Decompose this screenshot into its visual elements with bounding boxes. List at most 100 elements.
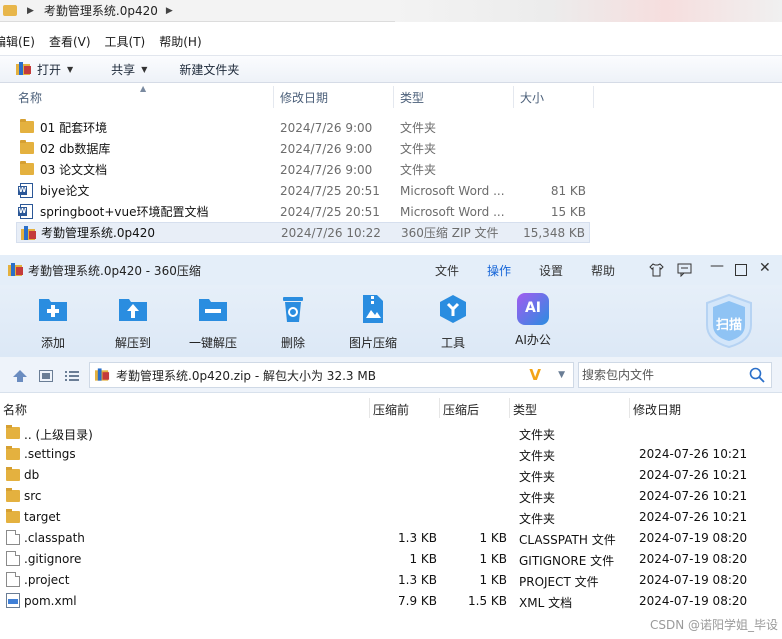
column-header-date[interactable]: 修改日期 [633,401,681,418]
entry-name: .project [24,573,70,587]
trash-icon [283,297,303,322]
tools-button[interactable]: 工具 [423,293,483,351]
minimize-icon[interactable]: — [710,258,724,274]
new-folder-button[interactable]: 新建文件夹 [173,57,245,81]
window-titlebar[interactable]: 考勤管理系统.0p420 - 360压缩 文件 操作 设置 帮助 — ✕ [0,255,782,285]
column-divider[interactable] [509,398,510,418]
menu-edit[interactable]: 编辑(E) [0,33,35,50]
archive-row[interactable]: .gitignore 1 KB 1 KB GITIGNORE 文件 2024-0… [0,548,782,569]
menu-view[interactable]: 查看(V) [49,33,91,50]
menu-tools[interactable]: 工具(T) [105,33,146,50]
search-box[interactable] [578,362,772,388]
column-header-size[interactable]: 大小 [520,89,544,106]
close-icon[interactable]: ✕ [759,260,771,276]
file-type: 360压缩 ZIP 文件 [401,226,499,240]
file-type: 文件夹 [400,163,437,177]
folder-icon [20,161,34,175]
entry-type: 文件夹 [519,428,556,442]
open-zip-icon [16,62,31,75]
menu-help[interactable]: 帮助 [591,262,615,279]
extract-to-button[interactable]: 解压到 [103,293,163,351]
ai-office-button[interactable]: AI AI办公 [503,293,563,348]
archive-row[interactable]: src 文件夹 2024-07-26 10:21 [0,485,782,506]
add-button[interactable]: 添加 [23,293,83,351]
breadcrumb-chevron-icon[interactable]: ▶ [27,6,34,16]
list-view-icon[interactable] [65,370,79,382]
menu-operation[interactable]: 操作 [487,262,511,279]
entry-type: GITIGNORE 文件 [519,554,615,568]
column-header-name[interactable]: 名称 [18,89,42,106]
open-button[interactable]: 打开 ▼ [10,57,79,81]
image-compress-button[interactable]: 图片压缩 [343,293,403,351]
archive-row[interactable]: .settings 文件夹 2024-07-26 10:21 [0,443,782,464]
entry-size-before: 7.9 KB [398,594,437,608]
column-divider[interactable] [593,86,594,108]
column-header-name[interactable]: 名称 [3,401,27,418]
tools-label: 工具 [440,336,465,350]
feedback-icon[interactable] [677,263,692,277]
entry-size-before: 1.3 KB [398,573,437,587]
file-row[interactable]: biye论文 2024/7/25 20:51 Microsoft Word ..… [16,180,590,201]
share-button[interactable]: 共享 ▼ [105,57,153,81]
file-row[interactable]: 03 论文文档 2024/7/26 9:00 文件夹 [16,159,590,180]
column-header-before[interactable]: 压缩前 [373,401,409,418]
menu-file[interactable]: 文件 [435,262,459,279]
archive-path-box[interactable]: 考勤管理系统.0p420.zip - 解包大小为 32.3 MB V ▼ [89,362,574,388]
file-row[interactable]: springboot+vue环境配置文档 2024/7/25 20:51 Mic… [16,201,590,222]
skin-shirt-icon[interactable] [649,263,664,277]
file-size: 81 KB [550,183,586,198]
archive-row[interactable]: db 文件夹 2024-07-26 10:21 [0,464,782,485]
menu-settings[interactable]: 设置 [539,262,563,279]
column-divider[interactable] [629,398,630,418]
column-divider[interactable] [369,398,370,418]
column-header-type[interactable]: 类型 [400,89,424,106]
ribbon-toolbar: 添加 解压到 一键解压 删除 图片压缩 工具 AI AI办公 扫描 [0,285,782,357]
file-row-selected[interactable]: 考勤管理系统.0p420 2024/7/26 10:22 360压缩 ZIP 文… [16,222,590,243]
address-path[interactable]: 考勤管理系统.0p420 [44,2,158,19]
file-row[interactable]: 01 配套环境 2024/7/26 9:00 文件夹 [16,117,590,138]
archive-row[interactable]: pom.xml 7.9 KB 1.5 KB XML 文档 2024-07-19 … [0,590,782,611]
scan-button[interactable]: 扫描 [704,293,754,349]
menu-bar: 编辑(E) 查看(V) 工具(T) 帮助(H) [0,31,216,51]
entry-size-after: 1 KB [479,531,507,545]
column-header-date[interactable]: 修改日期 [280,89,328,106]
v-check-icon[interactable]: V [529,366,541,384]
search-input[interactable] [579,368,744,382]
archive-row[interactable]: .project 1.3 KB 1 KB PROJECT 文件 2024-07-… [0,569,782,590]
folder-icon [20,119,34,133]
archive-column-headers: 名称 压缩前 压缩后 类型 修改日期 [0,398,782,418]
entry-date: 2024-07-26 10:21 [639,489,748,503]
file-date: 2024/7/26 9:00 [280,120,373,135]
folder-icon [6,509,20,523]
column-header-type[interactable]: 类型 [513,401,537,418]
file-date: 2024/7/26 10:22 [281,225,381,240]
entry-size-after: 1 KB [479,573,507,587]
address-bar[interactable]: ▶ 考勤管理系统.0p420 ▶ [0,0,782,22]
up-arrow-icon[interactable] [12,369,28,383]
entry-type: PROJECT 文件 [519,575,599,589]
file-row[interactable]: 02 db数据库 2024/7/26 9:00 文件夹 [16,138,590,159]
archive-path-text: 考勤管理系统.0p420.zip - 解包大小为 32.3 MB [116,368,376,383]
maximize-icon[interactable] [735,264,747,276]
delete-button[interactable]: 删除 [263,293,323,351]
thumbnail-view-icon[interactable] [39,370,53,382]
archive-row[interactable]: .classpath 1.3 KB 1 KB CLASSPATH 文件 2024… [0,527,782,548]
column-divider[interactable] [439,398,440,418]
breadcrumb-chevron-icon[interactable]: ▶ [166,6,173,16]
search-icon[interactable] [749,367,765,383]
column-header-after[interactable]: 压缩后 [443,401,479,418]
archive-row[interactable]: .. (上级目录) 文件夹 [0,422,782,443]
one-click-extract-button[interactable]: 一键解压 [183,293,243,351]
column-divider[interactable] [393,86,394,108]
file-date: 2024/7/26 9:00 [280,141,373,156]
entry-date: 2024-07-19 08:20 [639,531,748,545]
column-divider[interactable] [273,86,274,108]
entry-type: 文件夹 [519,491,556,505]
entry-name: .. (上级目录) [24,428,93,442]
chevron-down-icon[interactable]: ▼ [558,370,565,380]
delete-label: 删除 [280,336,305,350]
one-click-extract-icon [199,299,227,321]
archive-row[interactable]: target 文件夹 2024-07-26 10:21 [0,506,782,527]
column-divider[interactable] [513,86,514,108]
menu-help[interactable]: 帮助(H) [159,33,201,50]
